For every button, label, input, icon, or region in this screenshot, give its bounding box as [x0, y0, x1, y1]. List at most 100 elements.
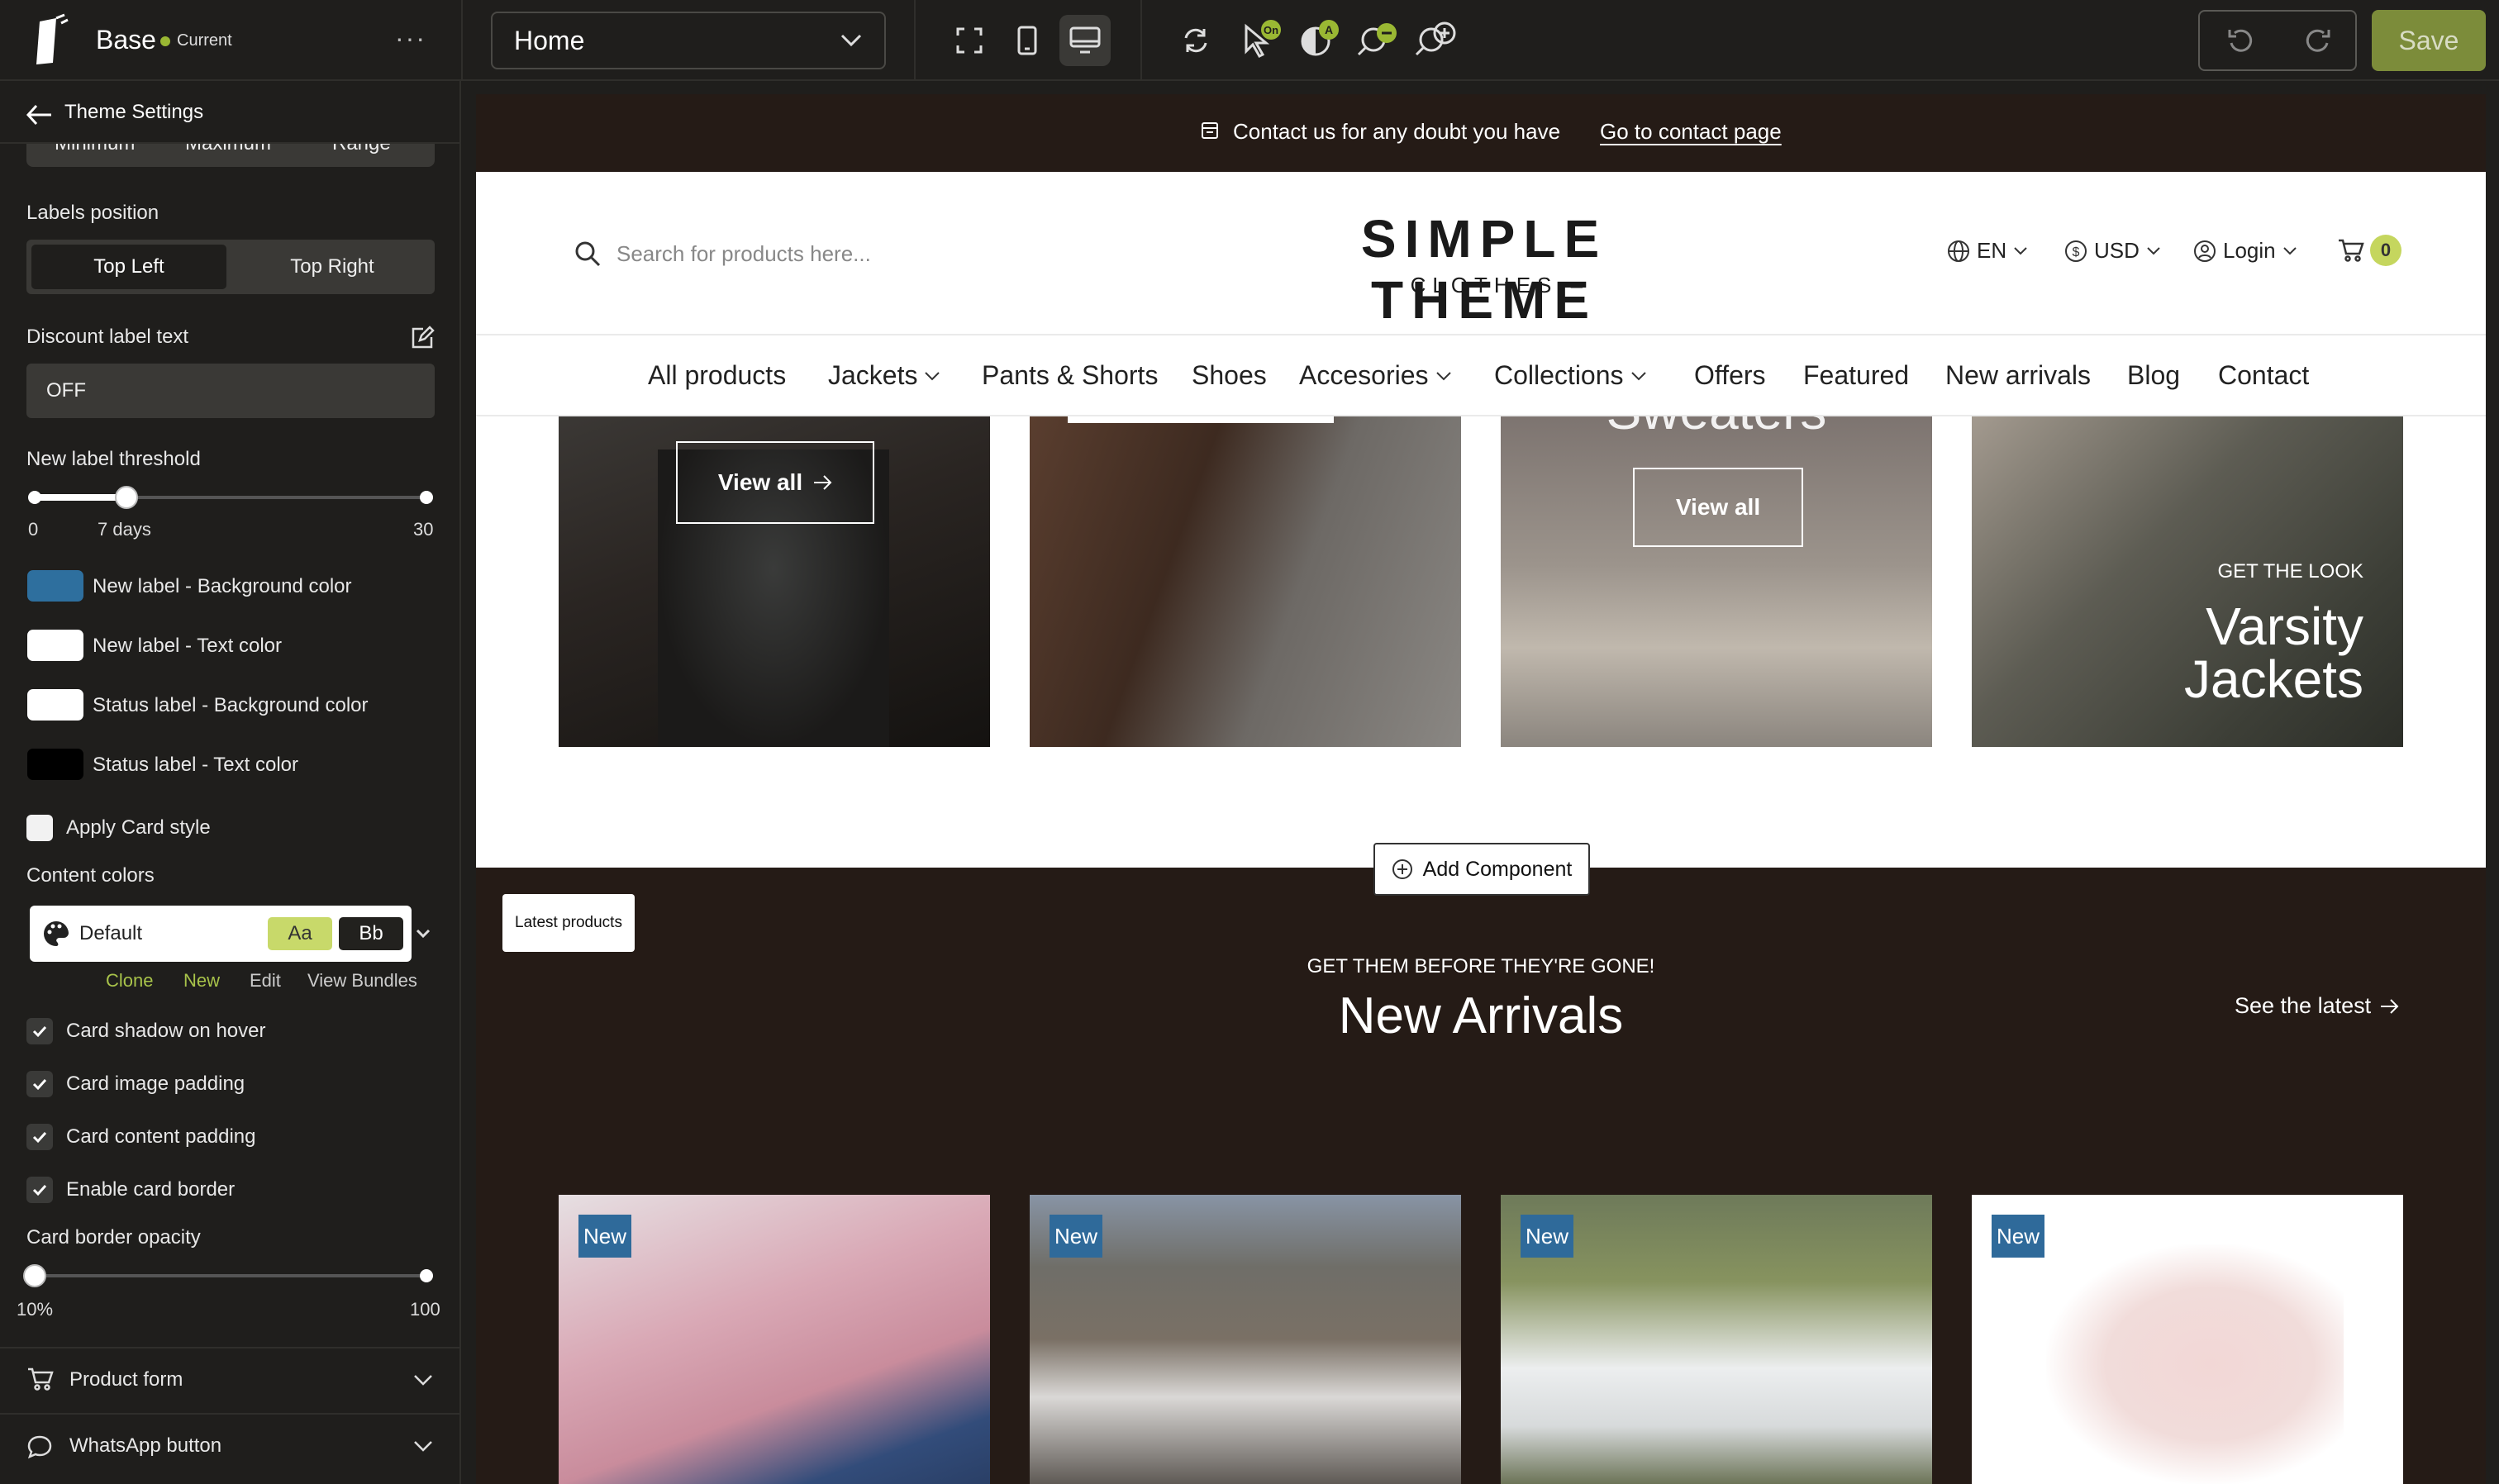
card-shadow-checkbox[interactable]: [26, 1018, 53, 1044]
zoom-out-icon[interactable]: [1355, 18, 1402, 59]
arrow-right-icon: [812, 474, 832, 491]
view-all-button[interactable]: View all: [1633, 468, 1803, 547]
fullscreen-icon[interactable]: [950, 21, 988, 59]
see-latest-link[interactable]: See the latest: [2235, 993, 2399, 1019]
nav-all-products[interactable]: All products: [648, 360, 786, 391]
status-badge: Current: [177, 31, 232, 50]
tab-range[interactable]: Range: [332, 144, 391, 155]
banner-heading: Sweaters: [1501, 416, 1932, 441]
cart-icon: [26, 1367, 55, 1391]
slider-end-dot: [420, 1269, 433, 1282]
apply-card-label: Apply Card style: [66, 816, 211, 839]
view-bundles-link[interactable]: View Bundles: [307, 970, 417, 992]
threshold-slider-thumb[interactable]: [114, 486, 138, 509]
new-badge: New: [1992, 1215, 2044, 1258]
cursor-toggle-icon[interactable]: On: [1240, 18, 1286, 59]
product-card-1[interactable]: New: [559, 1195, 990, 1484]
threshold-max: 30: [413, 519, 434, 540]
currency-select[interactable]: $ USD: [2064, 238, 2161, 264]
panel-title[interactable]: Theme Settings: [64, 101, 203, 124]
card-border-checkbox[interactable]: [26, 1177, 53, 1203]
section-product-form[interactable]: Product form: [0, 1348, 459, 1413]
nav-contact[interactable]: Contact: [2218, 360, 2309, 391]
opacity-slider-thumb[interactable]: [23, 1264, 46, 1287]
collection-banner-sweaters[interactable]: Sweaters View all: [1501, 416, 1932, 747]
store-logo-title[interactable]: SIMPLE THEME: [1253, 208, 1716, 331]
apply-card-checkbox[interactable]: [26, 815, 53, 841]
collection-banner-jackets[interactable]: View all: [559, 416, 990, 747]
search-icon[interactable]: [574, 240, 602, 268]
collection-banner-varsity[interactable]: GET THE LOOK Varsity Jackets: [1972, 416, 2403, 747]
slider-start-dot: [28, 491, 41, 504]
edit-link[interactable]: Edit: [250, 970, 281, 992]
main-nav: All products Jackets Pants & Shorts Shoe…: [476, 335, 2486, 416]
nav-featured[interactable]: Featured: [1803, 360, 1909, 391]
product-card-4[interactable]: New: [1972, 1195, 2403, 1484]
status-label-text-swatch[interactable]: [27, 749, 83, 780]
nav-label: Blog: [2127, 360, 2181, 390]
product-card-2[interactable]: New: [1030, 1195, 1461, 1484]
page-select[interactable]: Home: [491, 12, 886, 69]
view-all-button[interactable]: View all: [676, 441, 874, 524]
nav-accesories[interactable]: Accesories: [1299, 360, 1452, 391]
refresh-icon[interactable]: [1177, 21, 1215, 59]
nav-collections[interactable]: Collections: [1494, 360, 1647, 391]
zoom-in-icon[interactable]: [1413, 18, 1459, 59]
nav-label: Accesories: [1299, 360, 1429, 390]
language-value: EN: [1977, 238, 2007, 263]
new-label-bg-swatch[interactable]: [27, 570, 83, 602]
labels-position-segmented: Top Left Top Right: [26, 240, 435, 294]
chevron-down-icon[interactable]: [415, 925, 431, 942]
back-arrow-icon[interactable]: [25, 102, 53, 127]
language-select[interactable]: EN: [1947, 238, 2028, 264]
app-name: Base: [96, 25, 156, 55]
status-label-bg-swatch[interactable]: [27, 689, 83, 721]
save-button[interactable]: Save: [2372, 10, 2486, 71]
latest-products-section: Latest products GET THEM BEFORE THEY'RE …: [476, 868, 2486, 1484]
nav-label: Featured: [1803, 360, 1910, 390]
opacity-slider-track[interactable]: [35, 1274, 426, 1277]
login-menu[interactable]: Login: [2193, 238, 2297, 264]
new-link[interactable]: New: [183, 970, 220, 992]
card-shadow-label: Card shadow on hover: [66, 1020, 266, 1042]
border-opacity-label: Card border opacity: [26, 1226, 201, 1249]
tab-minimum[interactable]: Minimum: [55, 144, 135, 155]
product-card-3[interactable]: New: [1501, 1195, 1932, 1484]
tab-maximum[interactable]: Maximum: [185, 144, 271, 155]
edit-icon[interactable]: [410, 326, 435, 350]
nav-new-arrivals[interactable]: New arrivals: [1945, 360, 2091, 391]
new-label-text-swatch[interactable]: [27, 630, 83, 661]
redo-icon[interactable]: [2297, 21, 2339, 59]
section-whatsapp-button[interactable]: WhatsApp button: [0, 1415, 459, 1479]
nav-blog[interactable]: Blog: [2127, 360, 2180, 391]
option-top-right[interactable]: Top Right: [235, 245, 430, 289]
clone-link[interactable]: Clone: [106, 970, 153, 992]
card-content-padding-checkbox[interactable]: [26, 1124, 53, 1150]
chevron-down-icon: [413, 1439, 433, 1453]
option-top-left[interactable]: Top Left: [31, 245, 226, 289]
contrast-icon[interactable]: A: [1297, 18, 1344, 59]
undo-icon[interactable]: [2220, 21, 2261, 59]
nav-shoes[interactable]: Shoes: [1192, 360, 1267, 391]
palette-select[interactable]: Default Aa Bb: [30, 906, 412, 962]
section-tag[interactable]: Latest products: [502, 894, 635, 952]
discount-text-input[interactable]: OFF: [26, 364, 435, 418]
user-icon: [2193, 240, 2216, 263]
desktop-view-icon[interactable]: [1059, 15, 1111, 66]
card-image-padding-checkbox[interactable]: [26, 1071, 53, 1097]
add-component-button[interactable]: Add Component: [1373, 843, 1590, 896]
more-options-icon[interactable]: ···: [395, 23, 426, 54]
app-logo-icon: [28, 13, 71, 68]
search-input[interactable]: Search for products here...: [616, 241, 871, 267]
nav-pants-shorts[interactable]: Pants & Shorts: [982, 360, 1158, 391]
view-all-label: View all: [717, 469, 803, 495]
nav-jackets[interactable]: Jackets: [828, 360, 940, 391]
mobile-view-icon[interactable]: [1008, 21, 1046, 59]
login-label: Login: [2223, 238, 2276, 263]
collection-banner-2[interactable]: [1030, 416, 1461, 747]
nav-offers[interactable]: Offers: [1694, 360, 1766, 391]
new-label-text-label: New label - Text color: [93, 635, 282, 657]
status-label-bg-label: Status label - Background color: [93, 694, 369, 716]
contact-page-link[interactable]: Go to contact page: [1600, 119, 1782, 145]
cart-icon[interactable]: [2337, 238, 2365, 263]
